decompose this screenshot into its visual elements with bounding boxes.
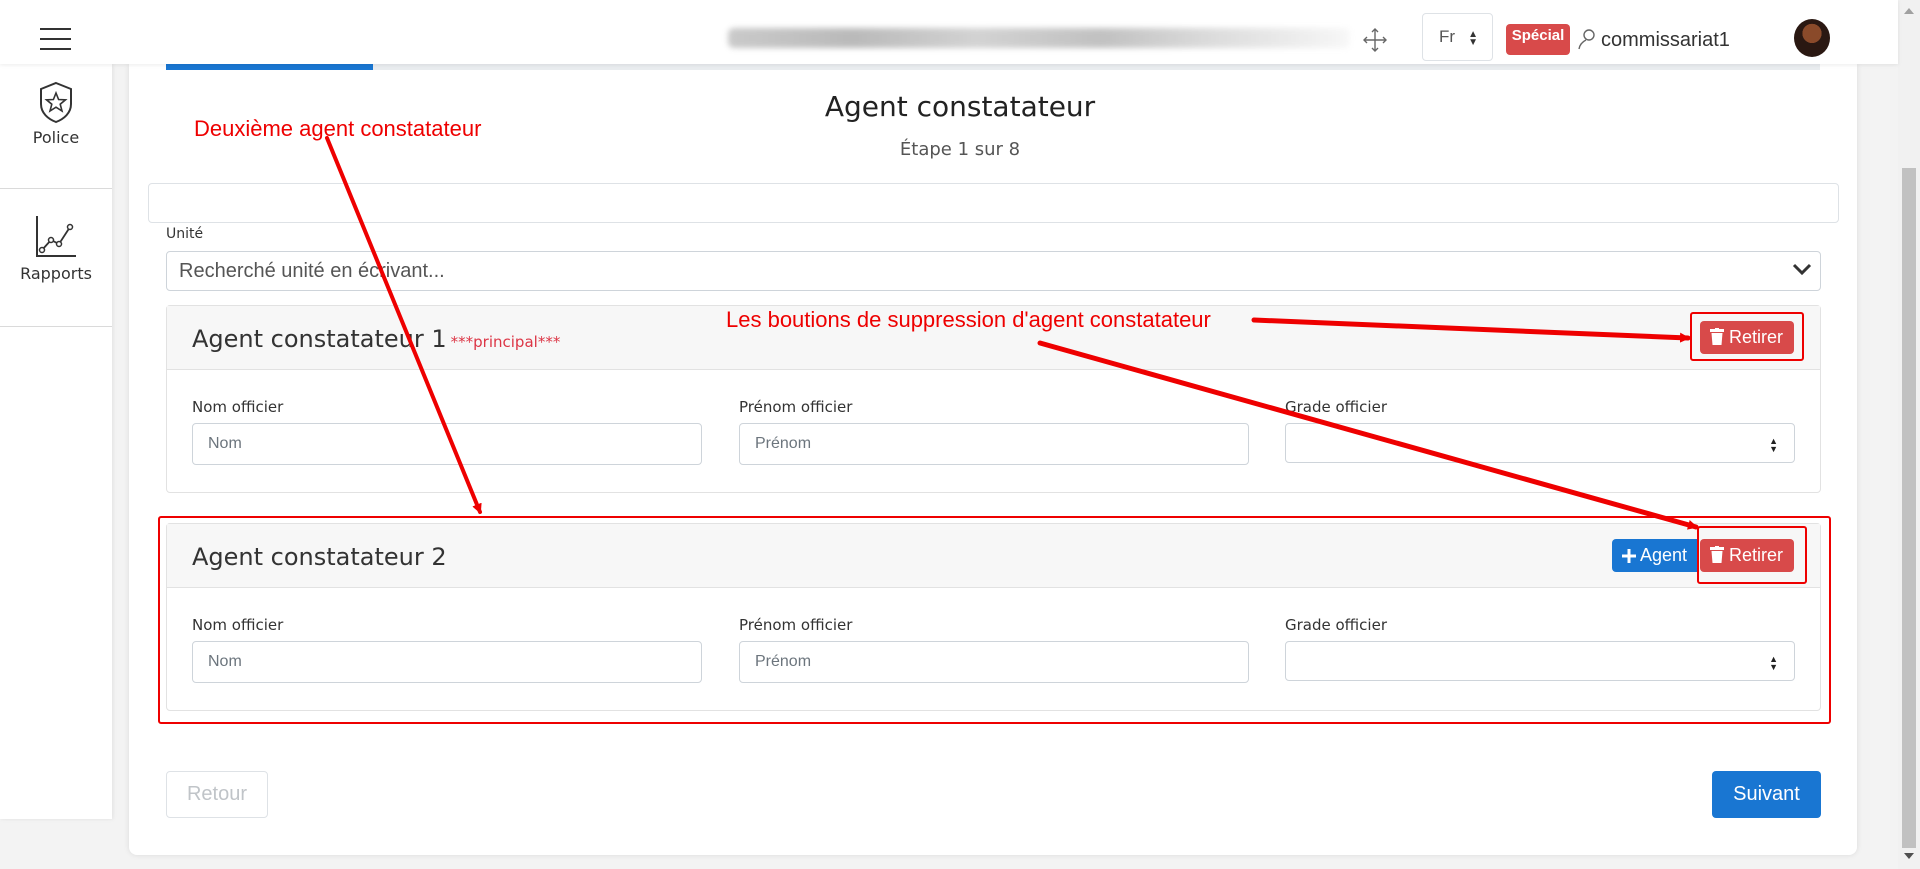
scrollbar-thumb[interactable] <box>1902 168 1916 848</box>
prenom-placeholder: Prénom <box>755 435 812 452</box>
annotation-second-agent: Deuxième agent constatateur <box>194 116 482 141</box>
move-arrows-icon[interactable] <box>1362 27 1388 53</box>
sidebar-divider <box>0 188 112 189</box>
unit-search-select[interactable]: Recherché unité en écrivant... <box>166 251 1821 291</box>
annotation-retirer2-box <box>1697 526 1807 584</box>
special-badge: Spécial <box>1506 24 1570 55</box>
next-button[interactable]: Suivant <box>1712 771 1821 818</box>
nom-input[interactable]: Nom <box>192 423 702 465</box>
select-arrows-icon: ▲ ▼ <box>1769 436 1778 454</box>
top-bar: Fr ▲ ▼ Spécial commissariat1 <box>0 0 1898 64</box>
annotation-retirer1-box <box>1690 312 1804 361</box>
sidebar-divider <box>0 326 112 327</box>
sidebar-item-label: Rapports <box>20 264 92 283</box>
agent-title: Agent constatateur 1 ***principal*** <box>192 325 560 353</box>
language-select[interactable]: Fr ▲ ▼ <box>1422 13 1493 61</box>
agent-title-text: Agent constatateur 1 <box>192 325 447 353</box>
annotation-delete-buttons: Les boutions de suppression d'agent cons… <box>726 307 1211 332</box>
principal-tag: ***principal*** <box>450 333 561 351</box>
user-icon <box>1578 29 1595 50</box>
scroll-up-icon[interactable] <box>1904 8 1914 14</box>
blurred-location <box>728 28 1350 48</box>
hamburger-menu-icon[interactable] <box>40 28 71 50</box>
scroll-down-icon[interactable] <box>1904 853 1914 859</box>
agent-card-1: Agent constatateur 1 ***principal*** Reti… <box>166 305 1821 493</box>
unit-label: Unité <box>166 226 204 242</box>
chevron-down-icon <box>1792 263 1812 276</box>
language-value: Fr <box>1439 27 1456 46</box>
grade-label: Grade officier <box>1285 398 1387 416</box>
nom-placeholder: Nom <box>208 435 242 452</box>
empty-panel <box>148 183 1839 223</box>
line-chart-icon <box>36 216 76 257</box>
unit-placeholder: Recherché unité en écrivant... <box>179 260 445 282</box>
sidebar: Police Rapports <box>0 64 112 819</box>
prenom-label: Prénom officier <box>739 398 853 416</box>
nom-label: Nom officier <box>192 398 284 416</box>
username[interactable]: commissariat1 <box>1601 29 1730 52</box>
annotation-agent2-box <box>158 516 1831 724</box>
avatar[interactable] <box>1794 19 1830 57</box>
prenom-input[interactable]: Prénom <box>739 423 1249 465</box>
grade-select[interactable]: ▲ ▼ <box>1285 423 1795 463</box>
back-button[interactable]: Retour <box>166 771 268 818</box>
sidebar-item-rapports[interactable]: Rapports <box>0 214 112 283</box>
step-indicator: Étape 1 sur 8 <box>899 139 1021 160</box>
select-arrows-icon: ▲ ▼ <box>1468 29 1478 48</box>
